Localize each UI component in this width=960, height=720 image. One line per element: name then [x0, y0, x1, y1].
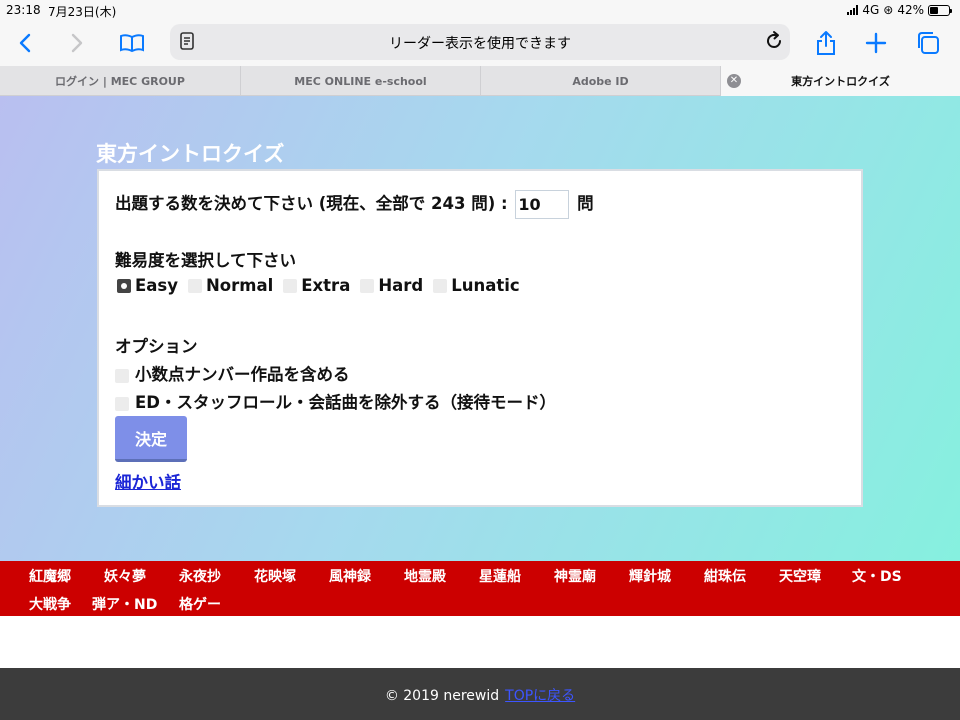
nav-item[interactable]: 風神録 — [329, 566, 371, 586]
back-to-top-link[interactable]: TOPに戻る — [505, 688, 575, 704]
nav-item[interactable]: 大戦争 — [29, 594, 71, 614]
tab-mec-online[interactable]: MEC ONLINE e-school — [241, 66, 481, 96]
difficulty-label-lunatic: Lunatic — [451, 276, 520, 295]
difficulty-label-easy: Easy — [135, 276, 178, 295]
option-decimal-checkbox[interactable] — [115, 368, 129, 383]
game-nav: 紅魔郷 妖々夢 永夜抄 花映塚 風神録 地霊殿 星蓮船 神霊廟 輝針城 紺珠伝 … — [0, 561, 960, 616]
difficulty-label-normal: Normal — [205, 276, 274, 295]
nav-item[interactable]: 花映塚 — [254, 566, 296, 586]
nav-item[interactable]: 天空璋 — [779, 566, 821, 586]
close-tab-icon[interactable]: ✕ — [727, 74, 741, 88]
tab-bar: ログイン | MEC GROUP MEC ONLINE e-school Ado… — [0, 66, 960, 96]
copyright-text: © 2019 nerewid — [384, 688, 500, 704]
difficulty-heading: 難易度を選択して下さい — [115, 251, 297, 270]
browser-toolbar: リーダー表示を使用できます — [0, 20, 960, 66]
network-type: 4G — [862, 3, 880, 17]
nav-item[interactable]: 地霊殿 — [404, 566, 446, 586]
back-icon[interactable] — [9, 26, 43, 60]
status-bar: 23:18 7月23日(木) 4G ⊛ 42% — [0, 0, 960, 20]
options-heading: オプション — [115, 337, 198, 356]
page-title: 東方イントロクイズ — [96, 142, 285, 166]
nav-item[interactable]: 文・DS — [852, 566, 902, 586]
difficulty-label-extra: Extra — [301, 276, 351, 295]
quiz-setup-section: 東方イントロクイズ 出題する数を決めて下さい (現在、全部で 243 問) : … — [0, 96, 960, 561]
count-unit: 問 — [577, 194, 594, 213]
tab-label: 東方イントロクイズ — [791, 75, 890, 88]
orientation-lock-icon: ⊛ — [883, 3, 894, 17]
tab-label: Adobe ID — [572, 74, 629, 88]
radio-extra[interactable] — [283, 278, 298, 293]
nav-item[interactable]: 紺珠伝 — [704, 566, 746, 586]
bookmarks-icon[interactable] — [115, 26, 149, 60]
nav-item[interactable]: 妖々夢 — [104, 566, 146, 586]
battery-level-fill — [930, 6, 938, 14]
nav-item[interactable]: 永夜抄 — [179, 566, 221, 586]
difficulty-label-hard: Hard — [378, 276, 424, 295]
difficulty-options: Easy Normal Extra Hard Lunatic — [115, 276, 528, 295]
tab-touhou-quiz[interactable]: ✕ 東方イントロクイズ — [721, 66, 960, 96]
option-decimal-label: 小数点ナンバー作品を含める — [135, 365, 350, 384]
nav-item[interactable]: 星蓮船 — [479, 566, 521, 586]
reload-icon[interactable] — [762, 29, 786, 57]
question-count-input[interactable]: 10 — [515, 190, 570, 219]
radio-normal[interactable] — [187, 278, 202, 293]
tabs-overview-icon[interactable] — [911, 26, 945, 60]
share-icon[interactable] — [809, 26, 843, 60]
battery-icon — [928, 4, 952, 16]
footer: © 2019 nerewid TOPに戻る — [0, 668, 960, 720]
tab-mec-group[interactable]: ログイン | MEC GROUP — [0, 66, 241, 96]
option-exclude-row: ED・スタッフロール・会話曲を除外する（接待モード） — [115, 389, 556, 413]
nav-item[interactable]: 紅魔郷 — [29, 566, 71, 586]
nav-item[interactable]: 神霊廟 — [554, 566, 596, 586]
battery-percent: 42% — [897, 3, 924, 17]
submit-button[interactable]: 決定 — [115, 416, 187, 462]
cellular-signal-icon — [847, 5, 859, 15]
radio-easy[interactable] — [117, 278, 131, 293]
option-exclude-label: ED・スタッフロール・会話曲を除外する（接待モード） — [135, 393, 556, 412]
tab-label: MEC ONLINE e-school — [294, 74, 427, 88]
option-exclude-checkbox[interactable] — [115, 396, 129, 411]
radio-hard[interactable] — [360, 278, 375, 293]
tab-label: ログイン | MEC GROUP — [55, 75, 185, 88]
count-prompt: 出題する数を決めて下さい (現在、全部で 243 問) : — [115, 194, 508, 213]
radio-lunatic[interactable] — [433, 278, 448, 293]
count-row: 出題する数を決めて下さい (現在、全部で 243 問) : 10 問 — [115, 190, 594, 219]
nav-item[interactable]: 弾ア・ND — [92, 594, 157, 614]
status-date: 7月23日(木) — [48, 5, 117, 19]
address-bar[interactable]: リーダー表示を使用できます — [170, 24, 790, 60]
option-decimal-row: 小数点ナンバー作品を含める — [115, 361, 350, 385]
settings-panel: 出題する数を決めて下さい (現在、全部で 243 問) : 10 問 難易度を選… — [97, 169, 863, 507]
new-tab-icon[interactable] — [859, 26, 893, 60]
nav-item[interactable]: 輝針城 — [629, 566, 671, 586]
nav-item[interactable]: 格ゲー — [179, 594, 221, 614]
status-time: 23:18 — [6, 3, 41, 17]
tab-adobe-id[interactable]: Adobe ID — [481, 66, 721, 96]
forward-icon[interactable] — [59, 26, 93, 60]
address-text: リーダー表示を使用できます — [389, 36, 571, 52]
details-link[interactable]: 細かい話 — [115, 469, 181, 493]
